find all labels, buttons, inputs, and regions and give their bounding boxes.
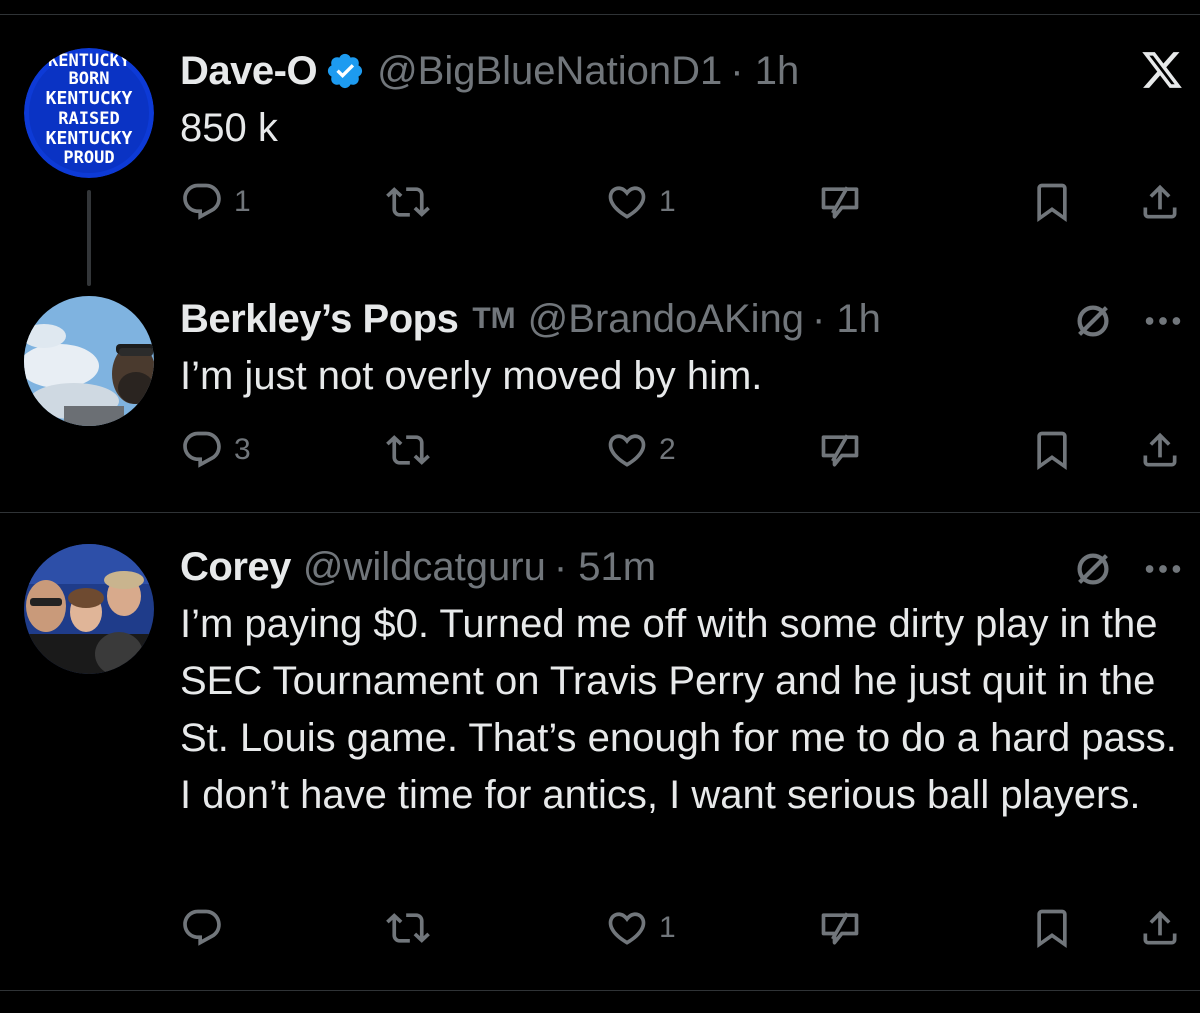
avatar[interactable]: KENTUCKY BORN KENTUCKY RAISED KENTUCKY P… xyxy=(24,48,154,178)
user-handle[interactable]: @BigBlueNationD1 xyxy=(377,49,722,94)
like-count: 2 xyxy=(659,433,676,466)
heart-icon xyxy=(605,180,649,224)
tweet-actions: 1 xyxy=(0,904,1200,952)
reply-icon xyxy=(180,906,224,950)
user-handle[interactable]: @wildcatguru xyxy=(303,545,546,590)
tweet-actions: 1 1 xyxy=(0,178,1200,226)
grok-analyze-icon[interactable] xyxy=(1070,298,1116,344)
verified-badge-icon xyxy=(325,51,365,91)
display-name[interactable]: Dave-O xyxy=(180,49,318,94)
avatar-text: BORN xyxy=(69,69,110,89)
tweet-text: I’m paying $0. Turned me off with some d… xyxy=(180,602,1177,817)
timestamp[interactable]: · 1h xyxy=(812,297,881,342)
bookmark-icon xyxy=(1030,906,1074,950)
reply-button[interactable]: 3 xyxy=(180,426,251,474)
grok-icon xyxy=(818,428,862,472)
grok-button[interactable] xyxy=(818,904,862,952)
repost-icon xyxy=(385,180,431,224)
repost-button[interactable] xyxy=(385,178,441,226)
bookmark-icon xyxy=(1030,180,1074,224)
like-count: 1 xyxy=(659,185,676,218)
bookmark-button[interactable] xyxy=(1030,904,1074,952)
share-button[interactable] xyxy=(1138,178,1182,226)
tweet-header: Dave-O @BigBlueNationD1 · 1h xyxy=(180,48,799,94)
reply-icon xyxy=(180,428,224,472)
bookmark-icon xyxy=(1030,428,1074,472)
tweet-text: I’m just not overly moved by him. xyxy=(180,354,763,398)
divider xyxy=(0,512,1200,513)
user-handle[interactable]: @BrandoAKing xyxy=(528,297,804,342)
display-name[interactable]: Berkley’s Pops xyxy=(180,297,459,342)
avatar[interactable] xyxy=(24,296,154,426)
avatar-text: KENTUCKY xyxy=(46,128,133,149)
grok-icon xyxy=(818,906,862,950)
more-icon[interactable] xyxy=(1140,298,1186,344)
repost-button[interactable] xyxy=(385,426,441,474)
avatar[interactable] xyxy=(24,544,154,674)
timestamp[interactable]: · 51m xyxy=(554,545,656,590)
share-icon xyxy=(1138,180,1182,224)
reply-icon xyxy=(180,180,224,224)
reply-button[interactable] xyxy=(180,904,234,952)
grok-button[interactable] xyxy=(818,178,862,226)
divider xyxy=(0,990,1200,991)
share-icon xyxy=(1138,428,1182,472)
grok-analyze-icon[interactable] xyxy=(1070,546,1116,592)
tweet-actions: 3 2 xyxy=(0,426,1200,474)
bookmark-button[interactable] xyxy=(1030,426,1074,474)
reply-count: 3 xyxy=(234,433,251,466)
repost-button[interactable] xyxy=(385,904,441,952)
grok-button[interactable] xyxy=(818,426,862,474)
tweet[interactable]: KENTUCKY BORN KENTUCKY RAISED KENTUCKY P… xyxy=(0,48,1200,288)
tweet[interactable]: Corey @wildcatguru · 51m I’m paying $0. … xyxy=(0,544,1200,964)
tm-badge: TM xyxy=(472,302,516,335)
reply-button[interactable]: 1 xyxy=(180,178,251,226)
tweet-header: Berkley’s Pops TM @BrandoAKing · 1h xyxy=(180,296,881,342)
more-icon[interactable] xyxy=(1140,546,1186,592)
avatar-text: RAISED xyxy=(58,109,119,129)
repost-icon xyxy=(385,906,431,950)
like-button[interactable]: 1 xyxy=(605,178,676,226)
avatar-text: PROUD xyxy=(63,148,114,168)
reply-thread: KENTUCKY BORN KENTUCKY RAISED KENTUCKY P… xyxy=(0,0,1200,1013)
avatar-text: KENTUCKY xyxy=(46,88,133,109)
tweet-text: 850 k xyxy=(180,106,278,150)
grok-icon xyxy=(818,180,862,224)
heart-icon xyxy=(605,906,649,950)
tweet[interactable]: Berkley’s Pops TM @BrandoAKing · 1h I’m … xyxy=(0,296,1200,496)
bookmark-button[interactable] xyxy=(1030,178,1074,226)
like-button[interactable]: 2 xyxy=(605,426,676,474)
top-divider xyxy=(0,14,1200,15)
avatar-text: KENTUCKY xyxy=(48,51,131,71)
share-button[interactable] xyxy=(1138,426,1182,474)
heart-icon xyxy=(605,428,649,472)
timestamp[interactable]: · 1h xyxy=(730,49,799,94)
like-button[interactable]: 1 xyxy=(605,904,676,952)
reply-count: 1 xyxy=(234,185,251,218)
share-icon xyxy=(1138,906,1182,950)
share-button[interactable] xyxy=(1138,904,1182,952)
repost-icon xyxy=(385,428,431,472)
like-count: 1 xyxy=(659,911,676,944)
display-name[interactable]: Corey xyxy=(180,545,291,590)
tweet-header: Corey @wildcatguru · 51m xyxy=(180,544,656,590)
